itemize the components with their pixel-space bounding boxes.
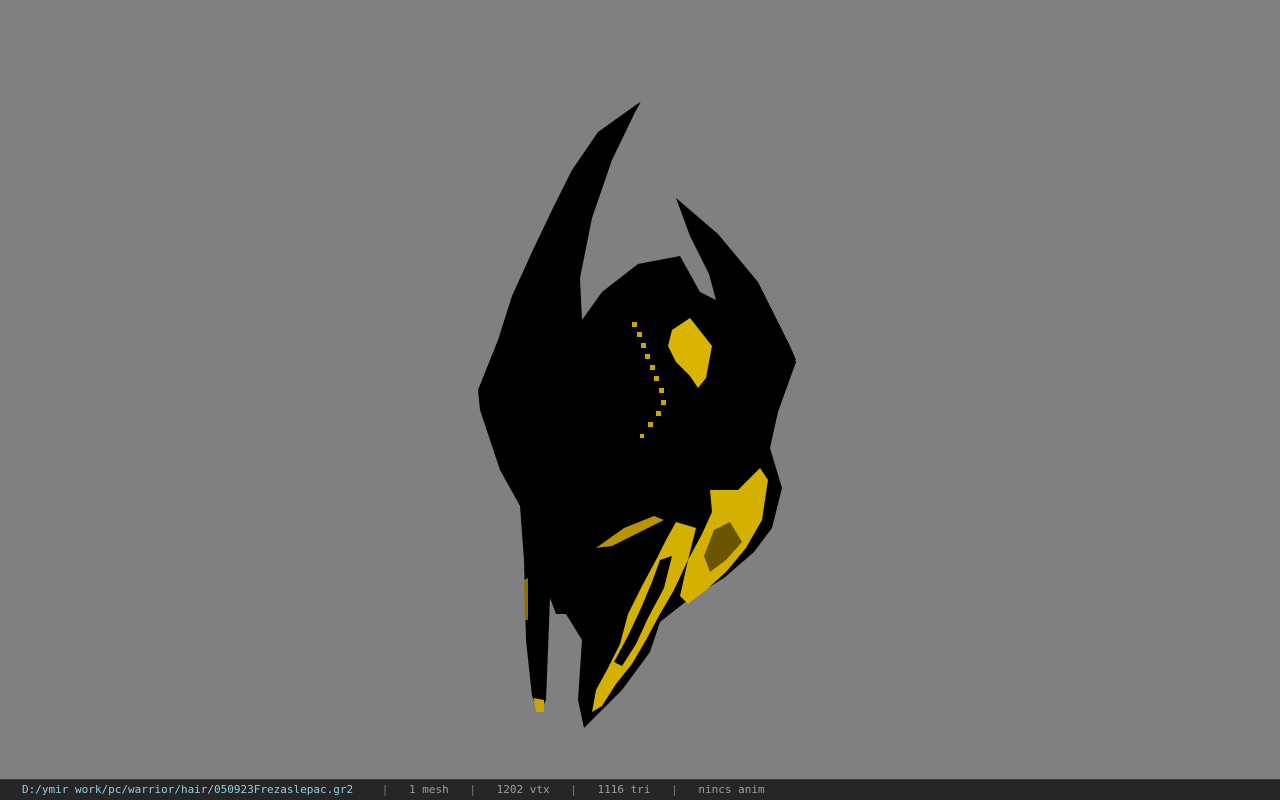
3d-viewport[interactable] — [0, 0, 1280, 779]
separator: | — [570, 783, 577, 796]
helmet-model[interactable] — [0, 0, 1280, 779]
separator: | — [469, 783, 477, 796]
triangle-count: 1116 tri — [597, 783, 651, 796]
separator: | — [671, 783, 678, 796]
gold-tassel-left — [524, 578, 528, 620]
separator: | — [381, 783, 389, 796]
vertex-count: 1202 vtx — [496, 783, 550, 796]
mesh-count: 1 mesh — [409, 783, 449, 796]
animation-status: nincs anim — [698, 783, 765, 796]
file-path: D:/ymir work/pc/warrior/hair/050923Freza… — [22, 783, 354, 796]
gold-tassel-tip — [534, 698, 544, 712]
status-bar: D:/ymir work/pc/warrior/hair/050923Freza… — [0, 779, 1280, 800]
